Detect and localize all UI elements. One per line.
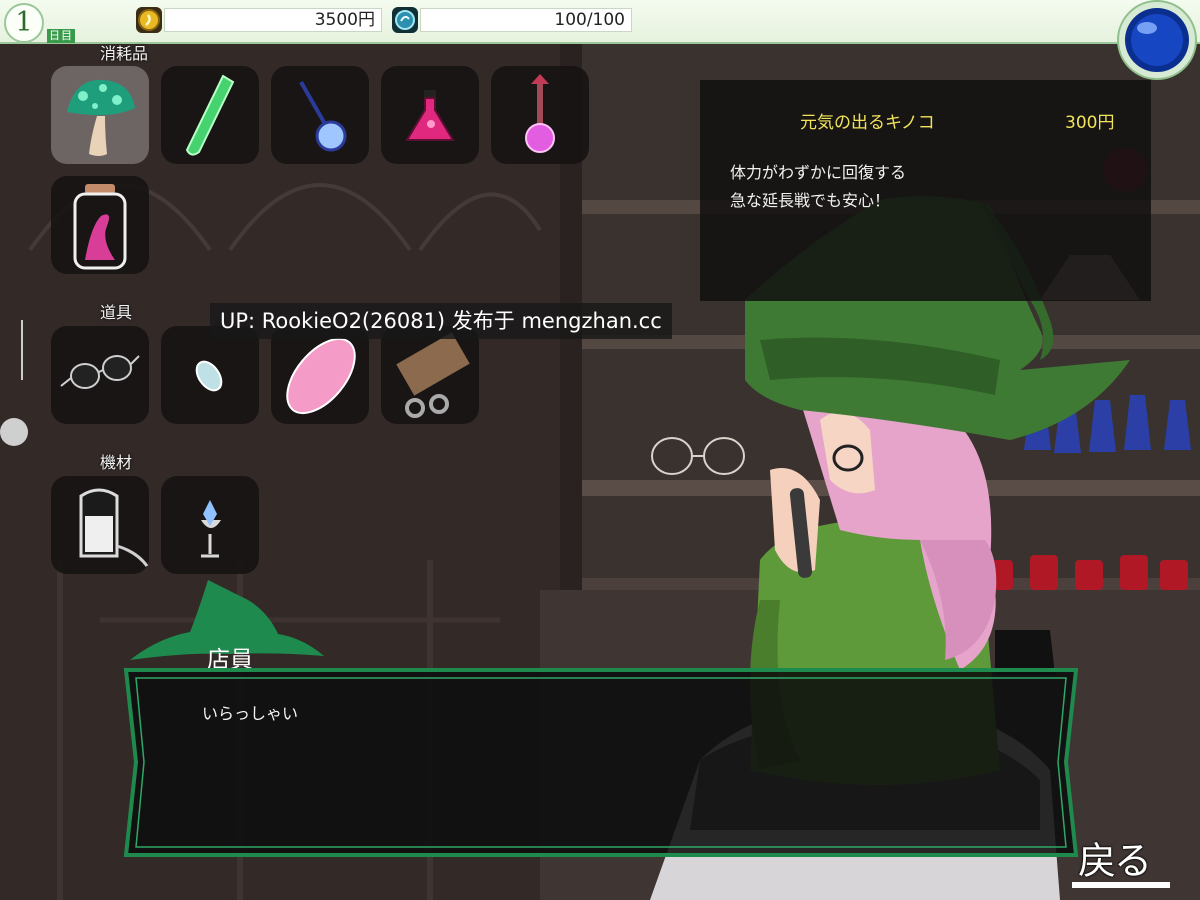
stamina-display: 100/100 bbox=[420, 8, 632, 32]
back-button-underline bbox=[1072, 882, 1170, 888]
pink-egg-icon bbox=[286, 337, 356, 415]
pink-erlenmeyer-flask-icon bbox=[405, 90, 455, 141]
item-description-line: 体力がわずかに回復する bbox=[730, 163, 907, 182]
status-bar: 1 日目 3500円 100/100 bbox=[0, 0, 1200, 44]
green-test-tube-icon bbox=[185, 74, 235, 156]
blue-flask-icon bbox=[299, 81, 347, 152]
item-slot-mushroom[interactable] bbox=[51, 66, 149, 164]
crystal-drop-icon bbox=[195, 360, 223, 392]
day-counter-badge: 1 bbox=[4, 3, 44, 43]
crystal-chalice-icon bbox=[201, 500, 221, 558]
item-slot-crystal-drop[interactable] bbox=[161, 326, 259, 424]
mushroom-icon bbox=[67, 79, 135, 156]
back-button[interactable]: 戻る bbox=[1072, 830, 1172, 890]
pink-potion-syringe-icon bbox=[525, 74, 555, 153]
day-unit-label: 日目 bbox=[47, 29, 75, 43]
back-button-label: 戻る bbox=[1078, 839, 1152, 883]
dialog-box[interactable] bbox=[118, 660, 1084, 865]
item-detail-panel: 元気の出るキノコ 300円 体力がわずかに回復する 急な延長戦でも安心！ bbox=[700, 80, 1151, 301]
item-slot-crystal-chalice[interactable] bbox=[161, 476, 259, 574]
milking-machine-icon bbox=[79, 488, 149, 567]
item-slot-pink-potion-syringe[interactable] bbox=[491, 66, 589, 164]
item-slot-pink-egg[interactable] bbox=[271, 326, 369, 424]
gold-coin-icon bbox=[136, 7, 162, 33]
item-slot-green-test-tube[interactable] bbox=[161, 66, 259, 164]
item-description-line: 急な延長戦でも安心！ bbox=[730, 191, 891, 210]
section-label-consumables: 消耗品 bbox=[100, 44, 149, 63]
item-slot-pink-erlenmeyer-flask[interactable] bbox=[381, 66, 479, 164]
item-slot-pink-slime-jar[interactable] bbox=[51, 176, 149, 274]
menu-orb-icon[interactable] bbox=[1115, 0, 1199, 84]
glasses-icon bbox=[60, 355, 140, 389]
dialog-text: いらっしゃい bbox=[202, 704, 299, 723]
item-name: 元気の出るキノコ bbox=[800, 113, 935, 133]
item-slot-glasses[interactable] bbox=[51, 326, 149, 424]
mana-orb-icon bbox=[392, 7, 418, 33]
section-label-tools: 道具 bbox=[100, 303, 133, 322]
item-slot-blue-flask[interactable] bbox=[271, 66, 369, 164]
section-label-equipment: 機材 bbox=[100, 453, 133, 472]
pink-slime-jar-icon bbox=[73, 184, 127, 270]
item-slot-shackle-board[interactable] bbox=[381, 326, 479, 424]
money-display: 3500円 bbox=[164, 8, 382, 32]
item-slot-milking-machine[interactable] bbox=[51, 476, 149, 574]
day-number: 1 bbox=[15, 7, 33, 38]
shackle-board-icon bbox=[396, 332, 470, 418]
watermark: UP: RookieO2(26081) 发布于 mengzhan.cc bbox=[210, 303, 672, 339]
item-price: 300円 bbox=[1065, 113, 1115, 133]
